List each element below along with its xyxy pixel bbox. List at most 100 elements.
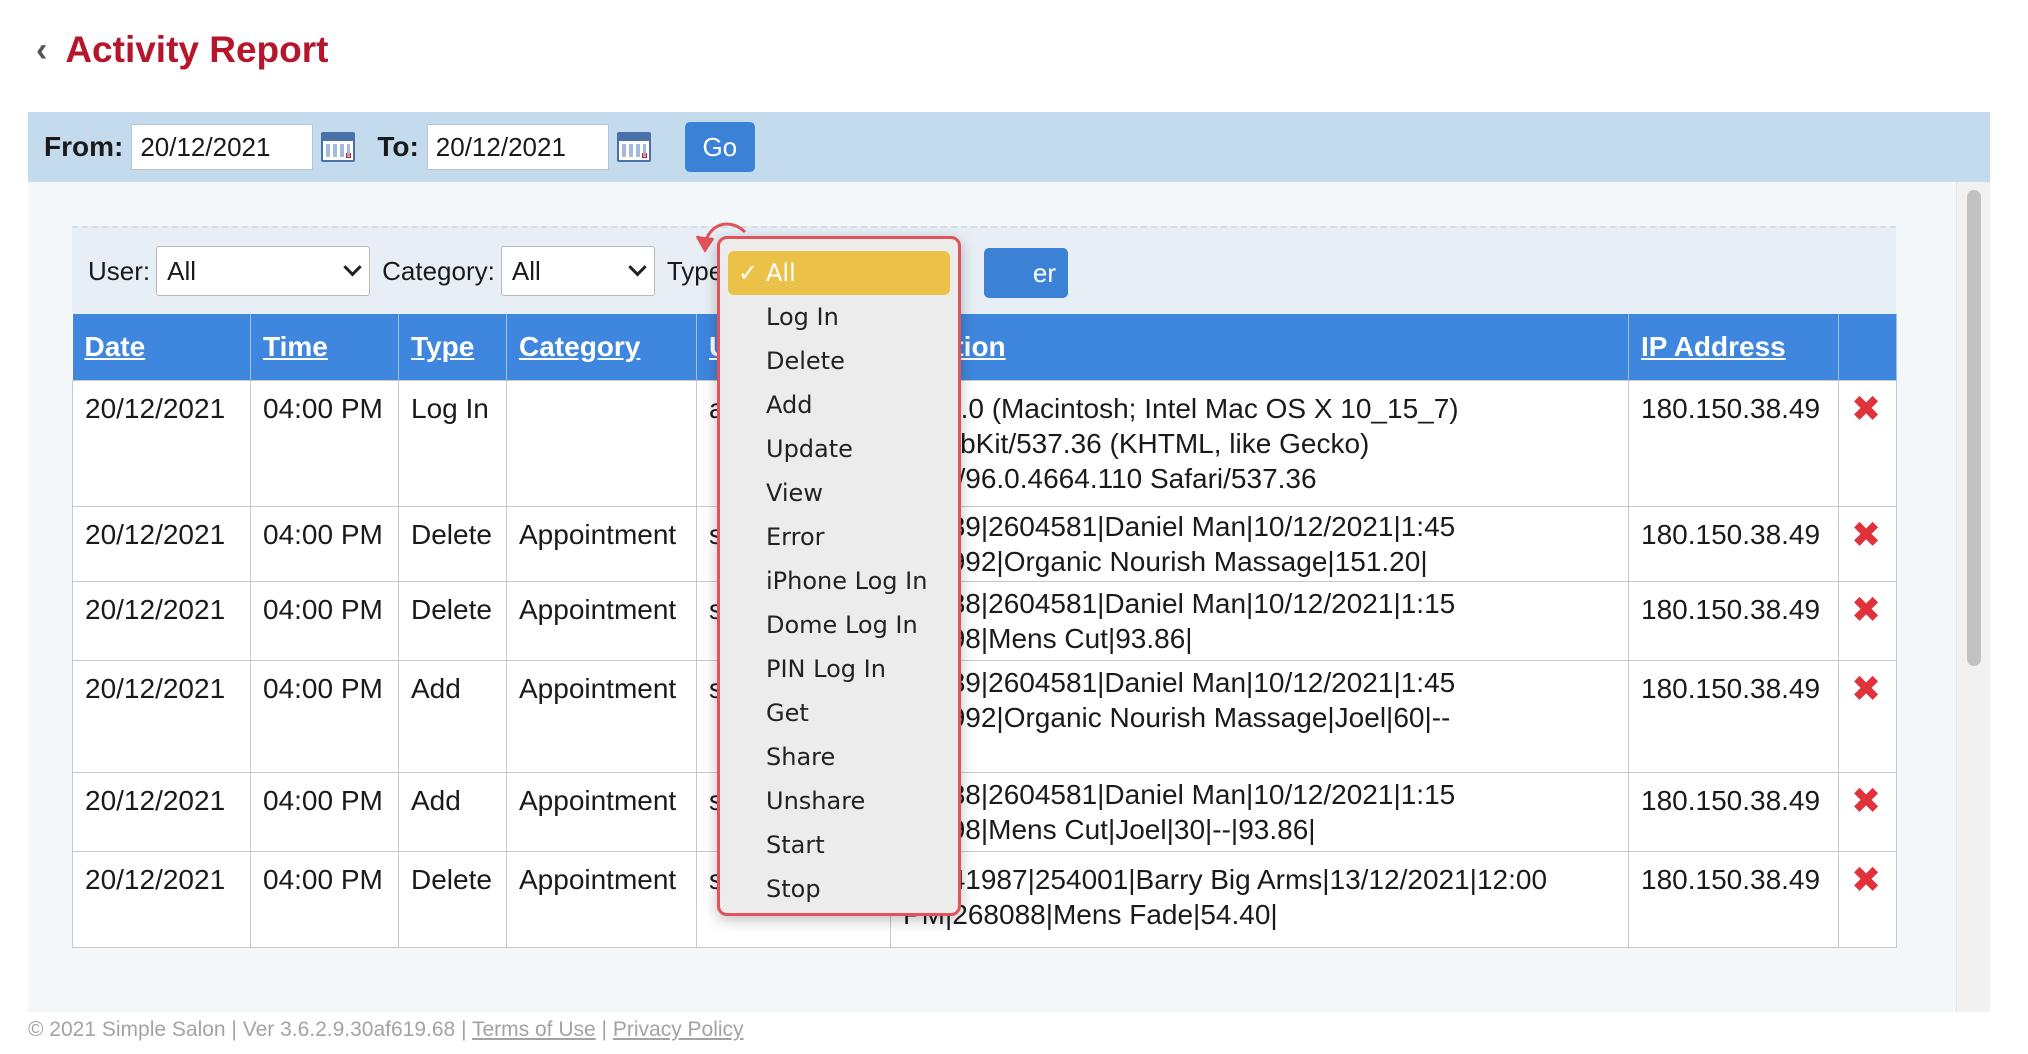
- chevron-left-icon[interactable]: ‹: [36, 33, 47, 67]
- delete-cell: ✖: [1838, 379, 1897, 507]
- type-option[interactable]: Update: [720, 427, 958, 471]
- close-icon[interactable]: ✖: [1851, 589, 1881, 630]
- description-line: 46198|Mens Cut|Joel|30|--|93.86|: [903, 813, 1316, 845]
- type-option[interactable]: Start: [720, 823, 958, 867]
- user-select[interactable]: All: [156, 246, 371, 296]
- time-cell: 04:00 PM: [250, 850, 399, 948]
- type-option[interactable]: Error: [720, 515, 958, 559]
- calendar-icon[interactable]: [321, 132, 356, 162]
- type-option[interactable]: Unshare: [720, 779, 958, 823]
- description-line: illa/5.0 (Macintosh; Intel Mac OS X 10_1…: [903, 392, 1459, 424]
- type-option[interactable]: View: [720, 471, 958, 515]
- ip-cell: 180.150.38.49: [1628, 659, 1839, 773]
- go-button[interactable]: Go: [684, 122, 755, 172]
- description-line: 46198|Mens Cut|93.86|: [903, 622, 1193, 654]
- delete-cell: ✖: [1838, 505, 1897, 582]
- type-option[interactable]: iPhone Log In: [720, 559, 958, 603]
- date-cell: 20/12/2021: [72, 580, 251, 661]
- time-cell: 04:00 PM: [250, 659, 399, 773]
- to-date-input[interactable]: 20/12/2021: [426, 124, 609, 170]
- scrollbar-thumb[interactable]: [1967, 190, 1981, 666]
- checkmark-icon: ✓: [738, 259, 759, 287]
- table-row: 20/12/2021 04:00 PM Delete Appointment s…: [72, 850, 1897, 948]
- page-title: Activity Report: [65, 29, 329, 70]
- description-line: 267992|Organic Nourish Massage|151.20|: [903, 545, 1428, 577]
- type-option[interactable]: ✓ All: [728, 251, 950, 295]
- description-line: PM|268088|Mens Fade|54.40|: [903, 898, 1278, 930]
- category-select[interactable]: All: [500, 246, 655, 296]
- close-icon[interactable]: ✖: [1851, 780, 1881, 821]
- time-cell: 04:00 PM: [250, 379, 399, 507]
- category-cell: Appointment: [506, 505, 697, 582]
- type-option[interactable]: Get: [720, 691, 958, 735]
- chevron-down-icon: [628, 257, 647, 276]
- report-content: User: All Category: All Type er Date Tim…: [28, 182, 1990, 1012]
- time-cell: 04:00 PM: [250, 580, 399, 661]
- description-line: 41989|2604581|Daniel Man|10/12/2021|1:45: [903, 510, 1456, 542]
- actions-column-header: [1838, 314, 1897, 380]
- type-option-label: Add: [766, 391, 813, 419]
- type-cell: Delete: [398, 850, 507, 948]
- type-dropdown-menu[interactable]: ✓ All Log In Delete Add Update View Error iPhone…: [717, 236, 961, 916]
- from-date-input[interactable]: 20/12/2021: [131, 124, 314, 170]
- description-cell: 41989|2604581|Daniel Man|10/12/2021|1:45…: [890, 659, 1629, 773]
- type-option-label: Log In: [766, 303, 839, 331]
- description-line: 41988|2604581|Daniel Man|10/12/2021|1:15: [903, 587, 1456, 619]
- category-cell: Appointment: [506, 850, 697, 948]
- description-line: 41988|2604581|Daniel Man|10/12/2021|1:15: [903, 778, 1456, 810]
- activity-table: Date Time Type Category U cription IP Ad…: [72, 314, 1897, 948]
- close-icon[interactable]: ✖: [1851, 668, 1881, 709]
- type-option[interactable]: Stop: [720, 867, 958, 911]
- description-line: 41989|2604581|Daniel Man|10/12/2021|1:45: [903, 666, 1456, 698]
- type-option-label: All: [766, 259, 796, 287]
- description-cell: 41989|2604581|Daniel Man|10/12/2021|1:45…: [890, 505, 1629, 582]
- type-column-header[interactable]: Type: [398, 314, 507, 380]
- table-row: 20/12/2021 04:00 PM Delete Appointment s…: [72, 505, 1897, 582]
- ip-cell: 180.150.38.49: [1628, 379, 1839, 507]
- description-column-header[interactable]: cription: [890, 314, 1629, 380]
- description-cell: illa/5.0 (Macintosh; Intel Mac OS X 10_1…: [890, 379, 1629, 507]
- date-cell: 20/12/2021: [72, 505, 251, 582]
- terms-of-use-link[interactable]: Terms of Use: [472, 1018, 596, 1041]
- filter-button[interactable]: er: [984, 248, 1068, 298]
- type-option-label: Error: [766, 523, 825, 551]
- date-cell: 20/12/2021: [72, 771, 251, 852]
- vertical-scrollbar[interactable]: [1956, 182, 1990, 1012]
- date-range-bar: From: 20/12/2021 To: 20/12/2021 Go: [28, 112, 1990, 182]
- type-option[interactable]: Share: [720, 735, 958, 779]
- time-column-header[interactable]: Time: [250, 314, 399, 380]
- close-icon[interactable]: ✖: [1851, 388, 1881, 429]
- type-option-label: Start: [766, 831, 825, 859]
- type-option[interactable]: PIN Log In: [720, 647, 958, 691]
- ip-address-column-header[interactable]: IP Address: [1628, 314, 1839, 380]
- date-column-header[interactable]: Date: [72, 314, 251, 380]
- description-line: 35341987|254001|Barry Big Arms|13/12/202…: [903, 863, 1548, 895]
- description-line: ome/96.0.4664.110 Safari/537.36: [903, 462, 1317, 494]
- footer-separator: |: [601, 1018, 608, 1041]
- table-header-row: Date Time Type Category U cription IP Ad…: [72, 314, 1897, 380]
- type-option[interactable]: Add: [720, 383, 958, 427]
- type-cell: Log In: [398, 379, 507, 507]
- description-cell: 41988|2604581|Daniel Man|10/12/2021|1:15…: [890, 771, 1629, 852]
- time-cell: 04:00 PM: [250, 505, 399, 582]
- user-filter-label: User:: [88, 255, 151, 286]
- date-cell: 20/12/2021: [72, 379, 251, 507]
- calendar-icon[interactable]: [616, 132, 651, 162]
- ip-cell: 180.150.38.49: [1628, 580, 1839, 661]
- type-option[interactable]: Delete: [720, 339, 958, 383]
- date-cell: 20/12/2021: [72, 850, 251, 948]
- category-cell: Appointment: [506, 659, 697, 773]
- description-line: eWebKit/537.36 (KHTML, like Gecko): [903, 427, 1370, 459]
- privacy-policy-link[interactable]: Privacy Policy: [613, 1018, 744, 1041]
- from-label: From:: [44, 131, 124, 162]
- ip-cell: 180.150.38.49: [1628, 771, 1839, 852]
- close-icon[interactable]: ✖: [1851, 514, 1881, 555]
- date-cell: 20/12/2021: [72, 659, 251, 773]
- type-cell: Delete: [398, 505, 507, 582]
- type-option[interactable]: Log In: [720, 295, 958, 339]
- table-row: 20/12/2021 04:00 PM Add Appointment s 41…: [72, 659, 1897, 773]
- close-icon[interactable]: ✖: [1851, 859, 1881, 900]
- category-column-header[interactable]: Category: [506, 314, 697, 380]
- category-filter-label: Category:: [382, 255, 495, 286]
- type-option[interactable]: Dome Log In: [720, 603, 958, 647]
